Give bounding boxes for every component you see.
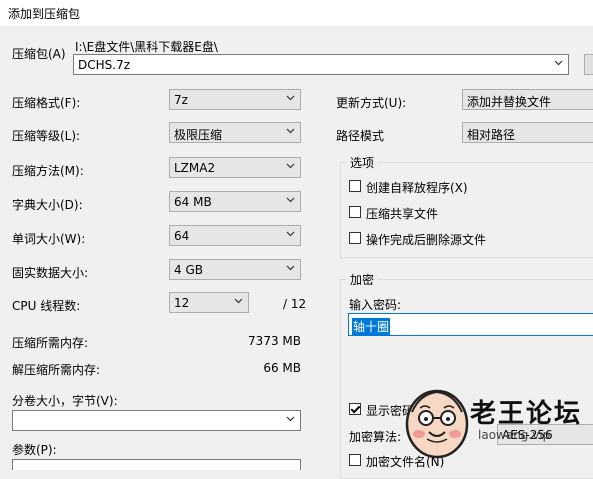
- mem-comp-value: 7373 MB: [248, 334, 301, 348]
- pathmode-label: 路径模式: [336, 129, 385, 143]
- chevron-down-icon: [286, 95, 295, 101]
- password-input[interactable]: 轴十圈: [348, 313, 593, 336]
- update-select[interactable]: 添加并替换文件: [462, 89, 593, 110]
- split-label: 分卷大小，字节(V):: [12, 394, 118, 408]
- chevron-down-icon: [286, 265, 295, 271]
- sfx-label: 创建自释放程序(X): [366, 181, 468, 195]
- method-label: 压缩方法(M):: [12, 164, 84, 178]
- threads-select[interactable]: 12: [169, 292, 249, 313]
- shared-label: 压缩共享文件: [366, 207, 439, 221]
- dict-select[interactable]: 64 MB: [169, 191, 301, 212]
- shared-checkbox[interactable]: [349, 206, 361, 218]
- password-label: 输入密码:: [349, 298, 402, 312]
- split-select[interactable]: [12, 410, 301, 431]
- delete-checkbox[interactable]: [349, 232, 361, 244]
- watermark-title: 老王论坛: [470, 399, 583, 429]
- mem-decomp-value: 66 MB: [263, 361, 301, 375]
- chevron-down-icon: [554, 60, 563, 66]
- update-label: 更新方式(U):: [336, 96, 407, 110]
- archive-label: 压缩包(A): [12, 47, 66, 61]
- method-value: LZMA2: [174, 161, 216, 175]
- level-value: 极限压缩: [174, 128, 223, 142]
- format-value: 7z: [174, 93, 188, 107]
- password-value: 轴十圈: [352, 318, 391, 335]
- watermark-mascot: [402, 382, 472, 462]
- encryption-caption: 加密: [347, 271, 378, 288]
- chevron-down-icon: [286, 416, 295, 422]
- level-label: 压缩等级(L):: [12, 129, 81, 143]
- params-label: 参数(P):: [12, 443, 57, 457]
- params-input[interactable]: [12, 459, 301, 470]
- encryption-method-label: 加密算法:: [349, 430, 402, 444]
- format-select[interactable]: 7z: [169, 89, 301, 110]
- encrypt-names-checkbox[interactable]: [349, 454, 361, 466]
- archive-name-value: DCHS.7z: [78, 58, 131, 72]
- archive-name-combo[interactable]: DCHS.7z: [73, 54, 569, 75]
- show-password-checkbox[interactable]: [349, 403, 361, 415]
- mem-comp-label: 压缩所需内存:: [12, 336, 89, 350]
- pathmode-value: 相对路径: [467, 128, 516, 142]
- solid-label: 固实数据大小:: [12, 266, 89, 280]
- level-select[interactable]: 极限压缩: [169, 122, 301, 143]
- chevron-down-icon: [286, 197, 295, 203]
- chevron-down-icon: [286, 163, 295, 169]
- browse-button[interactable]: [584, 54, 593, 75]
- options-caption: 选项: [347, 154, 378, 171]
- watermark-url: laowang.vip: [478, 428, 551, 442]
- pathmode-select[interactable]: 相对路径: [462, 122, 593, 143]
- dict-label: 字典大小(D):: [12, 198, 83, 212]
- chevron-down-icon: [286, 128, 295, 134]
- format-label: 压缩格式(F):: [12, 96, 81, 110]
- solid-value: 4 GB: [174, 263, 203, 277]
- word-label: 单词大小(W):: [12, 232, 86, 246]
- method-select[interactable]: LZMA2: [169, 157, 301, 178]
- solid-select[interactable]: 4 GB: [169, 259, 301, 280]
- window-title: 添加到压缩包: [8, 7, 81, 21]
- threads-label: CPU 线程数:: [12, 299, 81, 313]
- archive-path: I:\E盘文件\黑科下载器E盘\: [75, 40, 218, 54]
- chevron-down-icon: [234, 298, 243, 304]
- old-man-face-icon: [405, 389, 469, 459]
- chevron-down-icon: [286, 231, 295, 237]
- word-select[interactable]: 64: [169, 225, 301, 246]
- sfx-checkbox[interactable]: [349, 180, 361, 192]
- word-value: 64: [174, 229, 190, 243]
- update-value: 添加并替换文件: [467, 95, 552, 109]
- delete-label: 操作完成后删除源文件: [366, 233, 487, 247]
- threads-value: 12: [174, 296, 190, 310]
- mem-decomp-label: 解压缩所需内存:: [12, 363, 101, 377]
- threads-max: / 12: [283, 297, 307, 311]
- dict-value: 64 MB: [174, 195, 212, 209]
- title-bar: 添加到压缩包: [0, 0, 593, 26]
